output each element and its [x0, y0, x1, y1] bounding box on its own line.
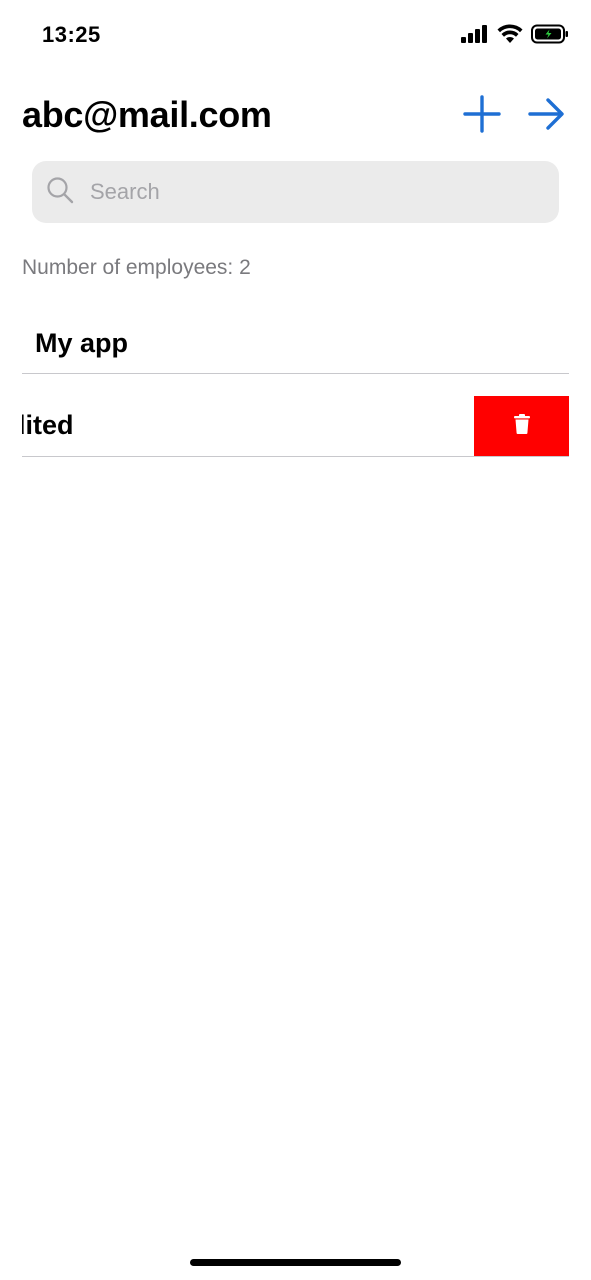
list-item-label: dited [22, 410, 74, 440]
plus-icon [462, 94, 502, 139]
battery-charging-icon [531, 24, 569, 49]
next-button[interactable] [524, 94, 568, 138]
employee-count: Number of employees: 2 [22, 256, 251, 279]
cellular-signal-icon [461, 24, 489, 48]
delete-button[interactable] [474, 396, 569, 456]
trash-icon [513, 413, 530, 439]
arrow-right-icon [526, 94, 566, 139]
list-item-label: My app [35, 328, 129, 358]
status-bar: 13:25 [0, 0, 591, 70]
add-button[interactable] [460, 94, 504, 138]
search-icon [46, 176, 74, 209]
status-icons [461, 23, 569, 49]
list-item[interactable]: My app [22, 302, 569, 374]
home-indicator[interactable] [190, 1259, 401, 1266]
search-input[interactable] [88, 178, 532, 206]
status-time: 13:25 [42, 22, 101, 47]
wifi-icon [497, 23, 523, 49]
page-title: abc@mail.com [22, 94, 272, 135]
search-bar[interactable] [32, 161, 559, 223]
list-item[interactable]: dited [22, 375, 569, 457]
